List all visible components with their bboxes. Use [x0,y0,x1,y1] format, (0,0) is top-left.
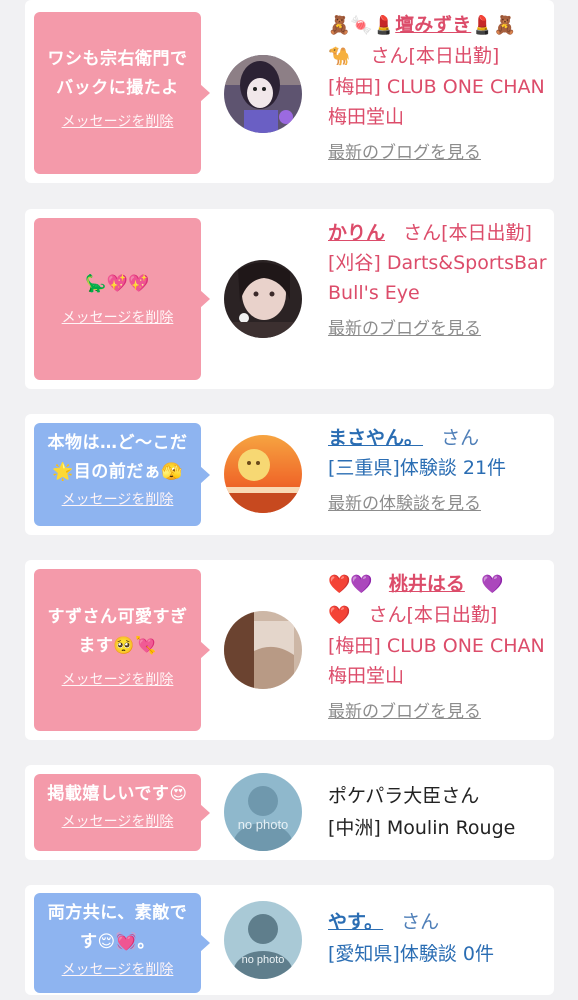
sender-suffix: さん [441,427,480,449]
sender-status: さん[本日出勤] [403,222,532,244]
message-card: 本物は…ど～こだ🌟目の前だぁ🫣 メッセージを削除 まさやん。 さん [三重県]体… [25,414,554,535]
message-bubble: 🦕💖💖 メッセージを削除 [34,218,210,380]
review-count: [愛知県]体験談 0件 [328,943,494,965]
message-card: 両方共に、素敵です😌💓。 メッセージを削除 no photo やす。 さん [愛… [25,885,554,995]
avatar[interactable]: no photo [224,773,302,851]
message-text: 掲載嬉しいです😍 [47,784,188,804]
shop-name: [刈谷] Darts&SportsBar Bull's Eye [328,252,547,304]
message-text: 両方共に、素敵です😌💓。 [47,903,188,952]
name-emoji: ❤️ [328,605,351,626]
sender-name[interactable]: やす。 [328,911,383,933]
sender-info: 🧸🍬💄壇みずき💄🧸 🐪 さん[本日出勤] [梅田] CLUB ONE CHAN … [328,10,550,168]
message-text: ワシも宗右衛門でバックに撮たよ [47,49,188,98]
message-bubble: すずさん可愛すぎます🥺💘 メッセージを削除 [34,569,210,731]
message-text: 本物は…ど～こだ🌟目の前だぁ🫣 [47,433,188,482]
message-bubble: 本物は…ど～こだ🌟目の前だぁ🫣 メッセージを削除 [34,423,210,526]
shop-name: [中洲] Moulin Rouge [328,817,516,839]
latest-blog-link[interactable]: 最新のブログを見る [328,314,481,344]
no-photo-avatar: no photo [224,773,302,851]
delete-message-link[interactable]: メッセージを削除 [62,489,174,509]
avatar[interactable] [224,611,302,689]
name-emoji: 💜 [480,574,504,595]
message-bubble: ワシも宗右衛門でバックに撮たよ メッセージを削除 [34,12,210,174]
sender-info: まさやん。 さん [三重県]体験談 21件 最新の体験談を見る [328,423,550,519]
shop-name: [梅田] CLUB ONE CHAN 梅田堂山 [328,635,545,687]
avatar-photo [224,260,302,338]
delete-message-link[interactable]: メッセージを削除 [62,959,174,979]
sender-name[interactable]: 壇みずき [395,14,471,36]
message-card: 🦕💖💖 メッセージを削除 かりん さん[本日出勤] [刈谷] Darts&Spo… [25,209,554,389]
message-emoji: 🦕💖💖 [84,274,150,294]
sender-name[interactable]: まさやん。 [328,427,423,449]
sender-info: ❤️💜 桃井はる 💜 ❤️ さん[本日出勤] [梅田] CLUB ONE CHA… [328,569,550,727]
avatar[interactable]: no photo [224,901,302,979]
avatar-no-photo-label: no photo [242,954,285,966]
sender-info: かりん さん[本日出勤] [刈谷] Darts&SportsBar Bull's… [328,218,550,344]
message-text: すずさん可愛すぎます🥺💘 [47,607,188,656]
review-count: [三重県]体験談 21件 [328,457,507,479]
shop-name: [梅田] CLUB ONE CHAN 梅田堂山 [328,76,545,128]
avatar-photo [224,55,302,133]
name-emoji: 🐪 [328,46,351,67]
avatar-no-photo-label: no photo [238,817,289,832]
message-bubble: 両方共に、素敵です😌💓。 メッセージを削除 [34,893,210,993]
message-bubble: 掲載嬉しいです😍 メッセージを削除 [34,774,210,851]
sender-name[interactable]: 桃井はる [389,573,465,595]
message-card: 掲載嬉しいです😍 メッセージを削除 no photo ポケパラ大臣さん [中洲]… [25,765,554,860]
latest-blog-link[interactable]: 最新のブログを見る [328,697,481,727]
name-emoji: 🧸🍬💄 [328,15,396,36]
delete-message-link[interactable]: メッセージを削除 [62,307,174,327]
name-emoji: 💄🧸 [471,15,517,36]
avatar[interactable] [224,260,302,338]
sender-name[interactable]: かりん [328,222,385,244]
avatar[interactable] [224,435,302,513]
message-card: ワシも宗右衛門でバックに撮たよ メッセージを削除 🧸🍬💄壇みずき💄🧸 🐪 さん[… [25,0,554,183]
name-emoji: ❤️💜 [328,574,373,595]
sender-name: ポケパラ大臣さん [328,785,480,807]
delete-message-link[interactable]: メッセージを削除 [62,669,174,689]
avatar-photo [224,435,302,513]
latest-blog-link[interactable]: 最新のブログを見る [328,138,481,168]
delete-message-link[interactable]: メッセージを削除 [62,111,174,131]
avatar-photo [224,611,302,689]
sender-status: さん[本日出勤] [370,45,500,67]
sender-info: ポケパラ大臣さん [中洲] Moulin Rouge [328,781,550,843]
sender-info: やす。 さん [愛知県]体験談 0件 [328,907,550,969]
latest-review-link[interactable]: 最新の体験談を見る [328,489,481,519]
delete-message-link[interactable]: メッセージを削除 [62,811,174,831]
sender-suffix: さん [401,911,440,933]
sender-status: さん[本日出勤] [368,604,498,626]
message-card: すずさん可愛すぎます🥺💘 メッセージを削除 ❤️💜 桃井はる 💜 ❤️ さん[本… [25,560,554,740]
no-photo-avatar: no photo [224,901,302,979]
avatar[interactable] [224,55,302,133]
message-feed: ワシも宗右衛門でバックに撮たよ メッセージを削除 🧸🍬💄壇みずき💄🧸 🐪 さん[… [0,0,578,1000]
